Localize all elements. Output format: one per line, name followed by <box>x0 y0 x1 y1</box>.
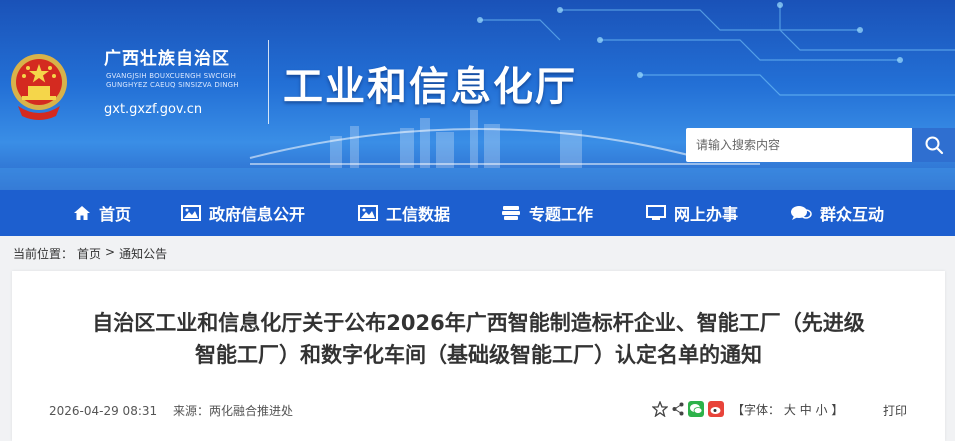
nav-item-data[interactable]: 工信数据 <box>358 190 450 236</box>
breadcrumb-current-link[interactable]: 通知公告 <box>119 245 167 262</box>
breadcrumb-home-link[interactable]: 首页 <box>77 245 101 262</box>
weibo-icon[interactable] <box>708 401 724 417</box>
site-header: 广西壮族自治区 GVANGJSIH BOUXCUENGH SWCIGIH GUN… <box>0 0 955 190</box>
search-button[interactable] <box>912 128 955 162</box>
article-panel: 自治区工业和信息化厅关于公布2026年广西智能制造标杆企业、智能工厂（先进级 智… <box>12 271 945 441</box>
publish-date: 2026-04-29 08:31 <box>49 404 158 418</box>
article-meta: 2026-04-29 08:31 来源：两化融合推进处 <box>49 402 305 419</box>
region-name: 广西壮族自治区 <box>104 49 230 69</box>
wechat-icon[interactable] <box>688 401 704 417</box>
nav-item-label: 政府信息公开 <box>209 205 306 224</box>
breadcrumb: 当前位置： 首页 > 通知公告 <box>13 245 167 262</box>
region-name-zhuang: GVANGJSIH BOUXCUENGH SWCIGIH GUNGHYEZ CA… <box>106 72 239 89</box>
star-icon[interactable] <box>652 401 668 417</box>
search-input[interactable] <box>686 128 912 162</box>
font-medium-button[interactable]: 中 <box>800 403 812 417</box>
department-title: 工业和信息化厅 <box>283 63 577 110</box>
breadcrumb-prefix: 当前位置： <box>13 247 74 261</box>
nav-item-gov-info[interactable]: 政府信息公开 <box>181 190 305 236</box>
share-icon[interactable] <box>672 402 684 416</box>
nav-item-label: 首页 <box>99 205 132 224</box>
font-size-control: 【字体： 大 中 小 】 <box>732 402 844 417</box>
header-divider <box>268 40 269 124</box>
nav-item-label: 专题工作 <box>529 205 594 224</box>
stack-icon <box>502 206 520 220</box>
font-small-button[interactable]: 小 <box>816 403 828 417</box>
article-tools: 【字体： 大 中 小 】 <box>652 400 843 418</box>
nav-item-label: 群众互动 <box>820 205 885 224</box>
nav-item-interaction[interactable]: 群众互动 <box>790 190 884 236</box>
chat-icon <box>791 206 812 220</box>
picture-icon <box>358 205 378 221</box>
site-domain[interactable]: gxt.gxzf.gov.cn <box>104 102 202 117</box>
monitor-icon <box>646 205 666 220</box>
article-source: 来源：两化融合推进处 <box>172 404 293 418</box>
article-title: 自治区工业和信息化厅关于公布2026年广西智能制造标杆企业、智能工厂（先进级 智… <box>92 311 865 367</box>
nav-item-online-service[interactable]: 网上办事 <box>646 190 738 236</box>
print-button[interactable]: 打印 <box>883 402 907 419</box>
nav-item-home[interactable]: 首页 <box>73 190 131 236</box>
breadcrumb-separator: > <box>105 245 116 259</box>
home-icon <box>74 206 90 220</box>
national-emblem-icon <box>11 54 67 120</box>
nav-item-special[interactable]: 专题工作 <box>501 190 593 236</box>
search-icon <box>925 136 943 155</box>
nav-item-label: 工信数据 <box>386 205 451 224</box>
font-large-button[interactable]: 大 <box>784 403 796 417</box>
main-nav: 首页 政府信息公开 工信数据 专题工作 网上办事 群众互动 <box>0 190 955 236</box>
nav-item-label: 网上办事 <box>674 205 739 224</box>
picture-icon <box>181 205 201 221</box>
